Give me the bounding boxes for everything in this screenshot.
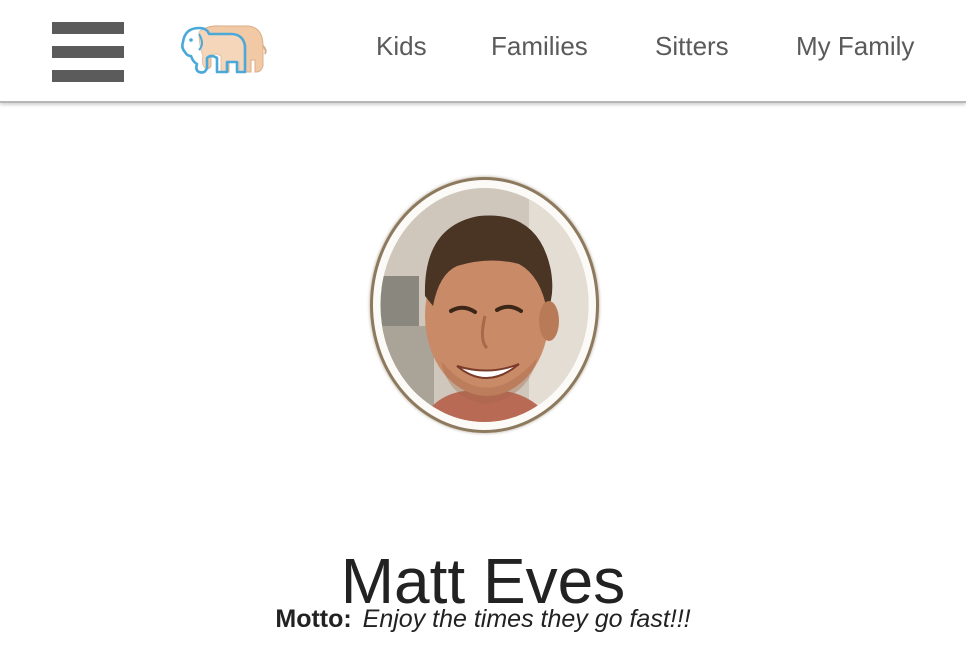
- menu-bar-top: [52, 22, 124, 34]
- motto-text: Enjoy the times they go fast!!!: [362, 605, 691, 633]
- top-navigation-bar: Kids Families Sitters My Family: [0, 0, 966, 103]
- motto-label: Motto:: [275, 605, 352, 633]
- nav-link-kids[interactable]: Kids: [376, 30, 427, 62]
- nav-link-sitters[interactable]: Sitters: [655, 30, 729, 62]
- elephant-logo-icon[interactable]: [177, 22, 269, 80]
- menu-bar-bottom: [52, 70, 124, 82]
- profile-avatar: [370, 177, 599, 433]
- hamburger-menu-icon[interactable]: [52, 22, 124, 82]
- profile-motto: Motto: Enjoy the times they go fast!!!: [0, 603, 966, 635]
- menu-bar-middle: [52, 46, 124, 58]
- profile-photo-icon: [380, 188, 589, 422]
- nav-link-my-family[interactable]: My Family: [796, 30, 914, 62]
- nav-link-families[interactable]: Families: [491, 30, 588, 62]
